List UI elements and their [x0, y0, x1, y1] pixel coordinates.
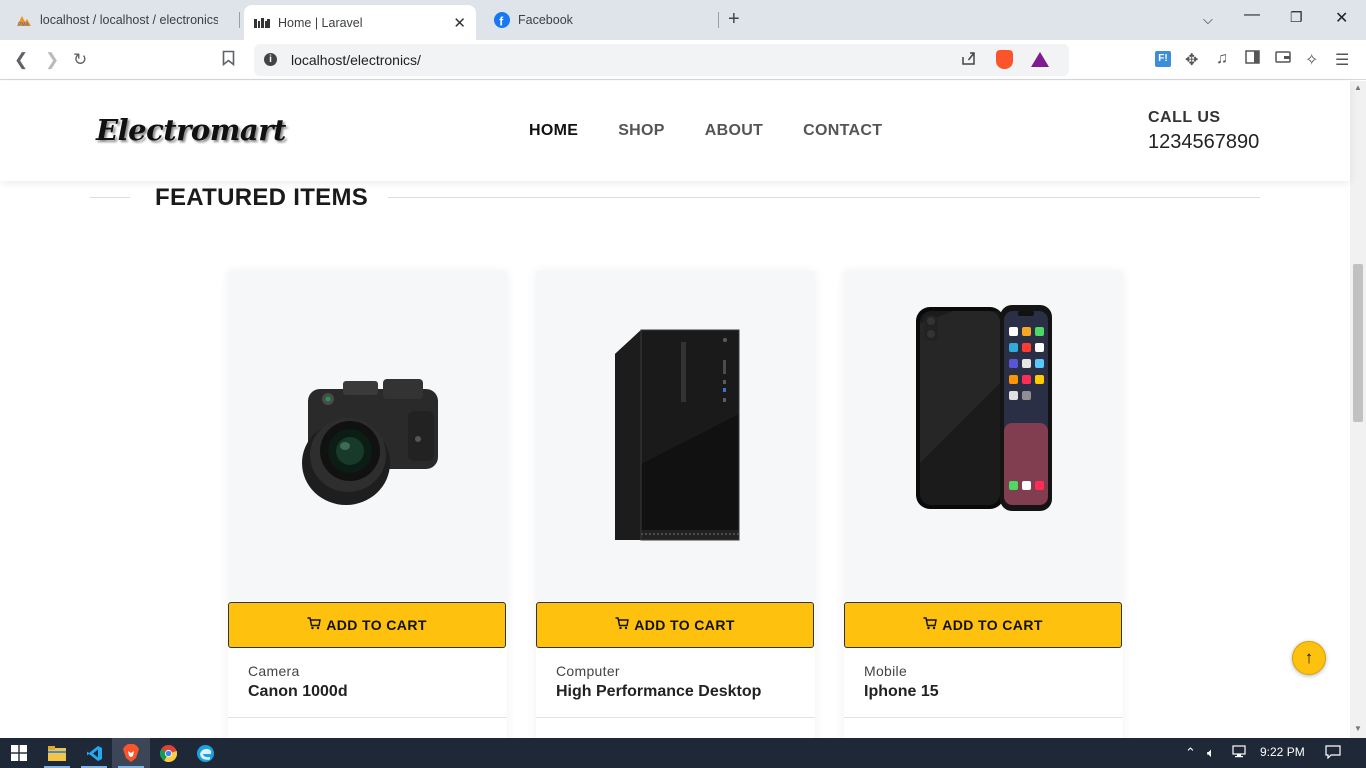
- product-image-phone[interactable]: [844, 271, 1123, 601]
- product-category: Computer: [556, 663, 620, 679]
- call-us-block: CALL US 1234567890: [1148, 109, 1259, 154]
- bookmark-icon[interactable]: [222, 50, 235, 71]
- back-to-top-button[interactable]: ↑: [1292, 641, 1326, 675]
- nav-contact[interactable]: CONTACT: [803, 122, 882, 140]
- site-info-icon[interactable]: i: [264, 53, 277, 66]
- svg-text:PMA: PMA: [18, 22, 30, 27]
- arrow-up-icon: ↑: [1304, 648, 1314, 667]
- tab-title: Facebook: [518, 13, 573, 27]
- tab-title: Home | Laravel: [278, 15, 363, 30]
- page-content: FEATURED ITEMS ADD TO CART Camera Canon …: [0, 181, 1350, 738]
- extension-fi-icon[interactable]: F!: [1155, 51, 1171, 67]
- facebook-icon: f: [494, 12, 510, 28]
- add-to-cart-button[interactable]: ADD TO CART: [844, 602, 1122, 648]
- call-us-number[interactable]: 1234567890: [1148, 131, 1259, 154]
- share-icon[interactable]: [960, 50, 977, 71]
- tab-phpmyadmin[interactable]: PMA localhost / localhost / electronics …: [6, 5, 228, 35]
- restore-icon[interactable]: ❐: [1290, 9, 1303, 26]
- product-image-camera[interactable]: [228, 271, 507, 601]
- nav-shop[interactable]: SHOP: [618, 122, 665, 140]
- reload-icon[interactable]: ↻: [73, 50, 87, 70]
- add-to-cart-label: ADD TO CART: [326, 617, 427, 633]
- tab-separator: [718, 12, 719, 28]
- file-explorer-icon[interactable]: [47, 743, 67, 763]
- add-to-cart-label: ADD TO CART: [634, 617, 735, 633]
- browser-toolbar: ❮ ❯ ↻ i localhost/electronics/ F! ✥ ♫ ✧ …: [0, 40, 1366, 80]
- url-text[interactable]: localhost/electronics/: [291, 52, 421, 68]
- add-to-cart-button[interactable]: ADD TO CART: [228, 602, 506, 648]
- scroll-up-icon[interactable]: ▲: [1354, 83, 1362, 92]
- site-logo[interactable]: Electromart: [96, 113, 286, 147]
- tray-chevron-up-icon[interactable]: ⌃: [1185, 745, 1196, 761]
- desktop-image: [614, 329, 739, 540]
- menu-hamburger-icon[interactable]: ☰: [1335, 50, 1349, 70]
- cart-icon: [923, 617, 938, 633]
- close-window-icon[interactable]: ✕: [1335, 8, 1348, 28]
- add-to-cart-button[interactable]: ADD TO CART: [536, 602, 814, 648]
- product-name[interactable]: High Performance Desktop: [556, 683, 761, 701]
- product-card: ADD TO CART Camera Canon 1000d: [228, 271, 507, 738]
- card-divider: [228, 717, 507, 718]
- cart-icon: [307, 617, 322, 633]
- product-name[interactable]: Canon 1000d: [248, 683, 348, 701]
- back-icon[interactable]: ❮: [14, 50, 28, 70]
- leo-ai-icon[interactable]: ✧: [1305, 50, 1318, 70]
- browser-tab-bar: PMA localhost / localhost / electronics …: [0, 0, 1366, 40]
- product-category: Mobile: [864, 663, 908, 679]
- product-category: Camera: [248, 663, 300, 679]
- wallet-icon[interactable]: [1275, 50, 1291, 69]
- scroll-down-icon[interactable]: ▼: [1354, 724, 1362, 733]
- media-music-icon[interactable]: ♫: [1216, 50, 1228, 68]
- product-name[interactable]: Iphone 15: [864, 683, 939, 701]
- windows-start-icon[interactable]: [9, 743, 29, 763]
- brave-rewards-icon[interactable]: [1031, 52, 1049, 67]
- add-to-cart-label: ADD TO CART: [942, 617, 1043, 633]
- sidebar-icon[interactable]: [1245, 50, 1260, 69]
- tab-home-laravel[interactable]: Home | Laravel ✕: [244, 5, 476, 40]
- section-divider: [90, 197, 130, 198]
- product-card: ADD TO CART Computer High Performance De…: [536, 271, 815, 738]
- windows-taskbar: ⌃ 🔈︎ 9:22 PM: [0, 738, 1366, 768]
- scrollbar-thumb[interactable]: [1353, 264, 1363, 422]
- tab-facebook[interactable]: f Facebook: [484, 5, 716, 35]
- phpmyadmin-icon: PMA: [16, 12, 32, 28]
- new-tab-button[interactable]: +: [728, 8, 740, 31]
- call-us-label: CALL US: [1148, 109, 1221, 126]
- section-divider: [388, 197, 1260, 198]
- brave-shields-icon[interactable]: [996, 50, 1013, 69]
- address-bar[interactable]: i localhost/electronics/: [254, 44, 1069, 76]
- chrome-icon[interactable]: [158, 743, 178, 763]
- taskbar-clock[interactable]: 9:22 PM: [1260, 745, 1305, 759]
- close-tab-icon[interactable]: ✕: [453, 14, 466, 32]
- tab-search-chevron-icon[interactable]: ⌵: [1203, 12, 1213, 28]
- camera-image: [301, 379, 438, 505]
- phone-image: [915, 305, 1052, 511]
- product-card: ADD TO CART Mobile Iphone 15: [844, 271, 1123, 738]
- brave-browser-icon[interactable]: [121, 743, 141, 763]
- vscode-icon[interactable]: [84, 743, 104, 763]
- laravel-icon: [254, 15, 270, 31]
- minimize-icon[interactable]: —: [1244, 6, 1260, 24]
- cart-icon: [615, 617, 630, 633]
- notifications-icon[interactable]: [1325, 745, 1341, 762]
- card-divider: [844, 717, 1123, 718]
- site-header: Electromart HOME SHOP ABOUT CONTACT CALL…: [0, 81, 1350, 181]
- network-icon[interactable]: [1232, 745, 1248, 761]
- edge-icon[interactable]: [195, 743, 215, 763]
- nav-home[interactable]: HOME: [529, 122, 578, 140]
- page-scrollbar[interactable]: ▲ ▼: [1350, 81, 1366, 738]
- volume-icon[interactable]: 🔈︎: [1207, 745, 1215, 761]
- main-nav: HOME SHOP ABOUT CONTACT: [529, 122, 922, 140]
- tab-separator: [239, 12, 240, 28]
- section-title: FEATURED ITEMS: [155, 184, 369, 211]
- tab-title: localhost / localhost / electronics / u: [40, 13, 218, 27]
- card-divider: [536, 717, 815, 718]
- product-image-desktop[interactable]: [536, 271, 815, 601]
- forward-icon[interactable]: ❯: [45, 50, 59, 70]
- nav-about[interactable]: ABOUT: [705, 122, 763, 140]
- extensions-puzzle-icon[interactable]: ✥: [1185, 50, 1198, 70]
